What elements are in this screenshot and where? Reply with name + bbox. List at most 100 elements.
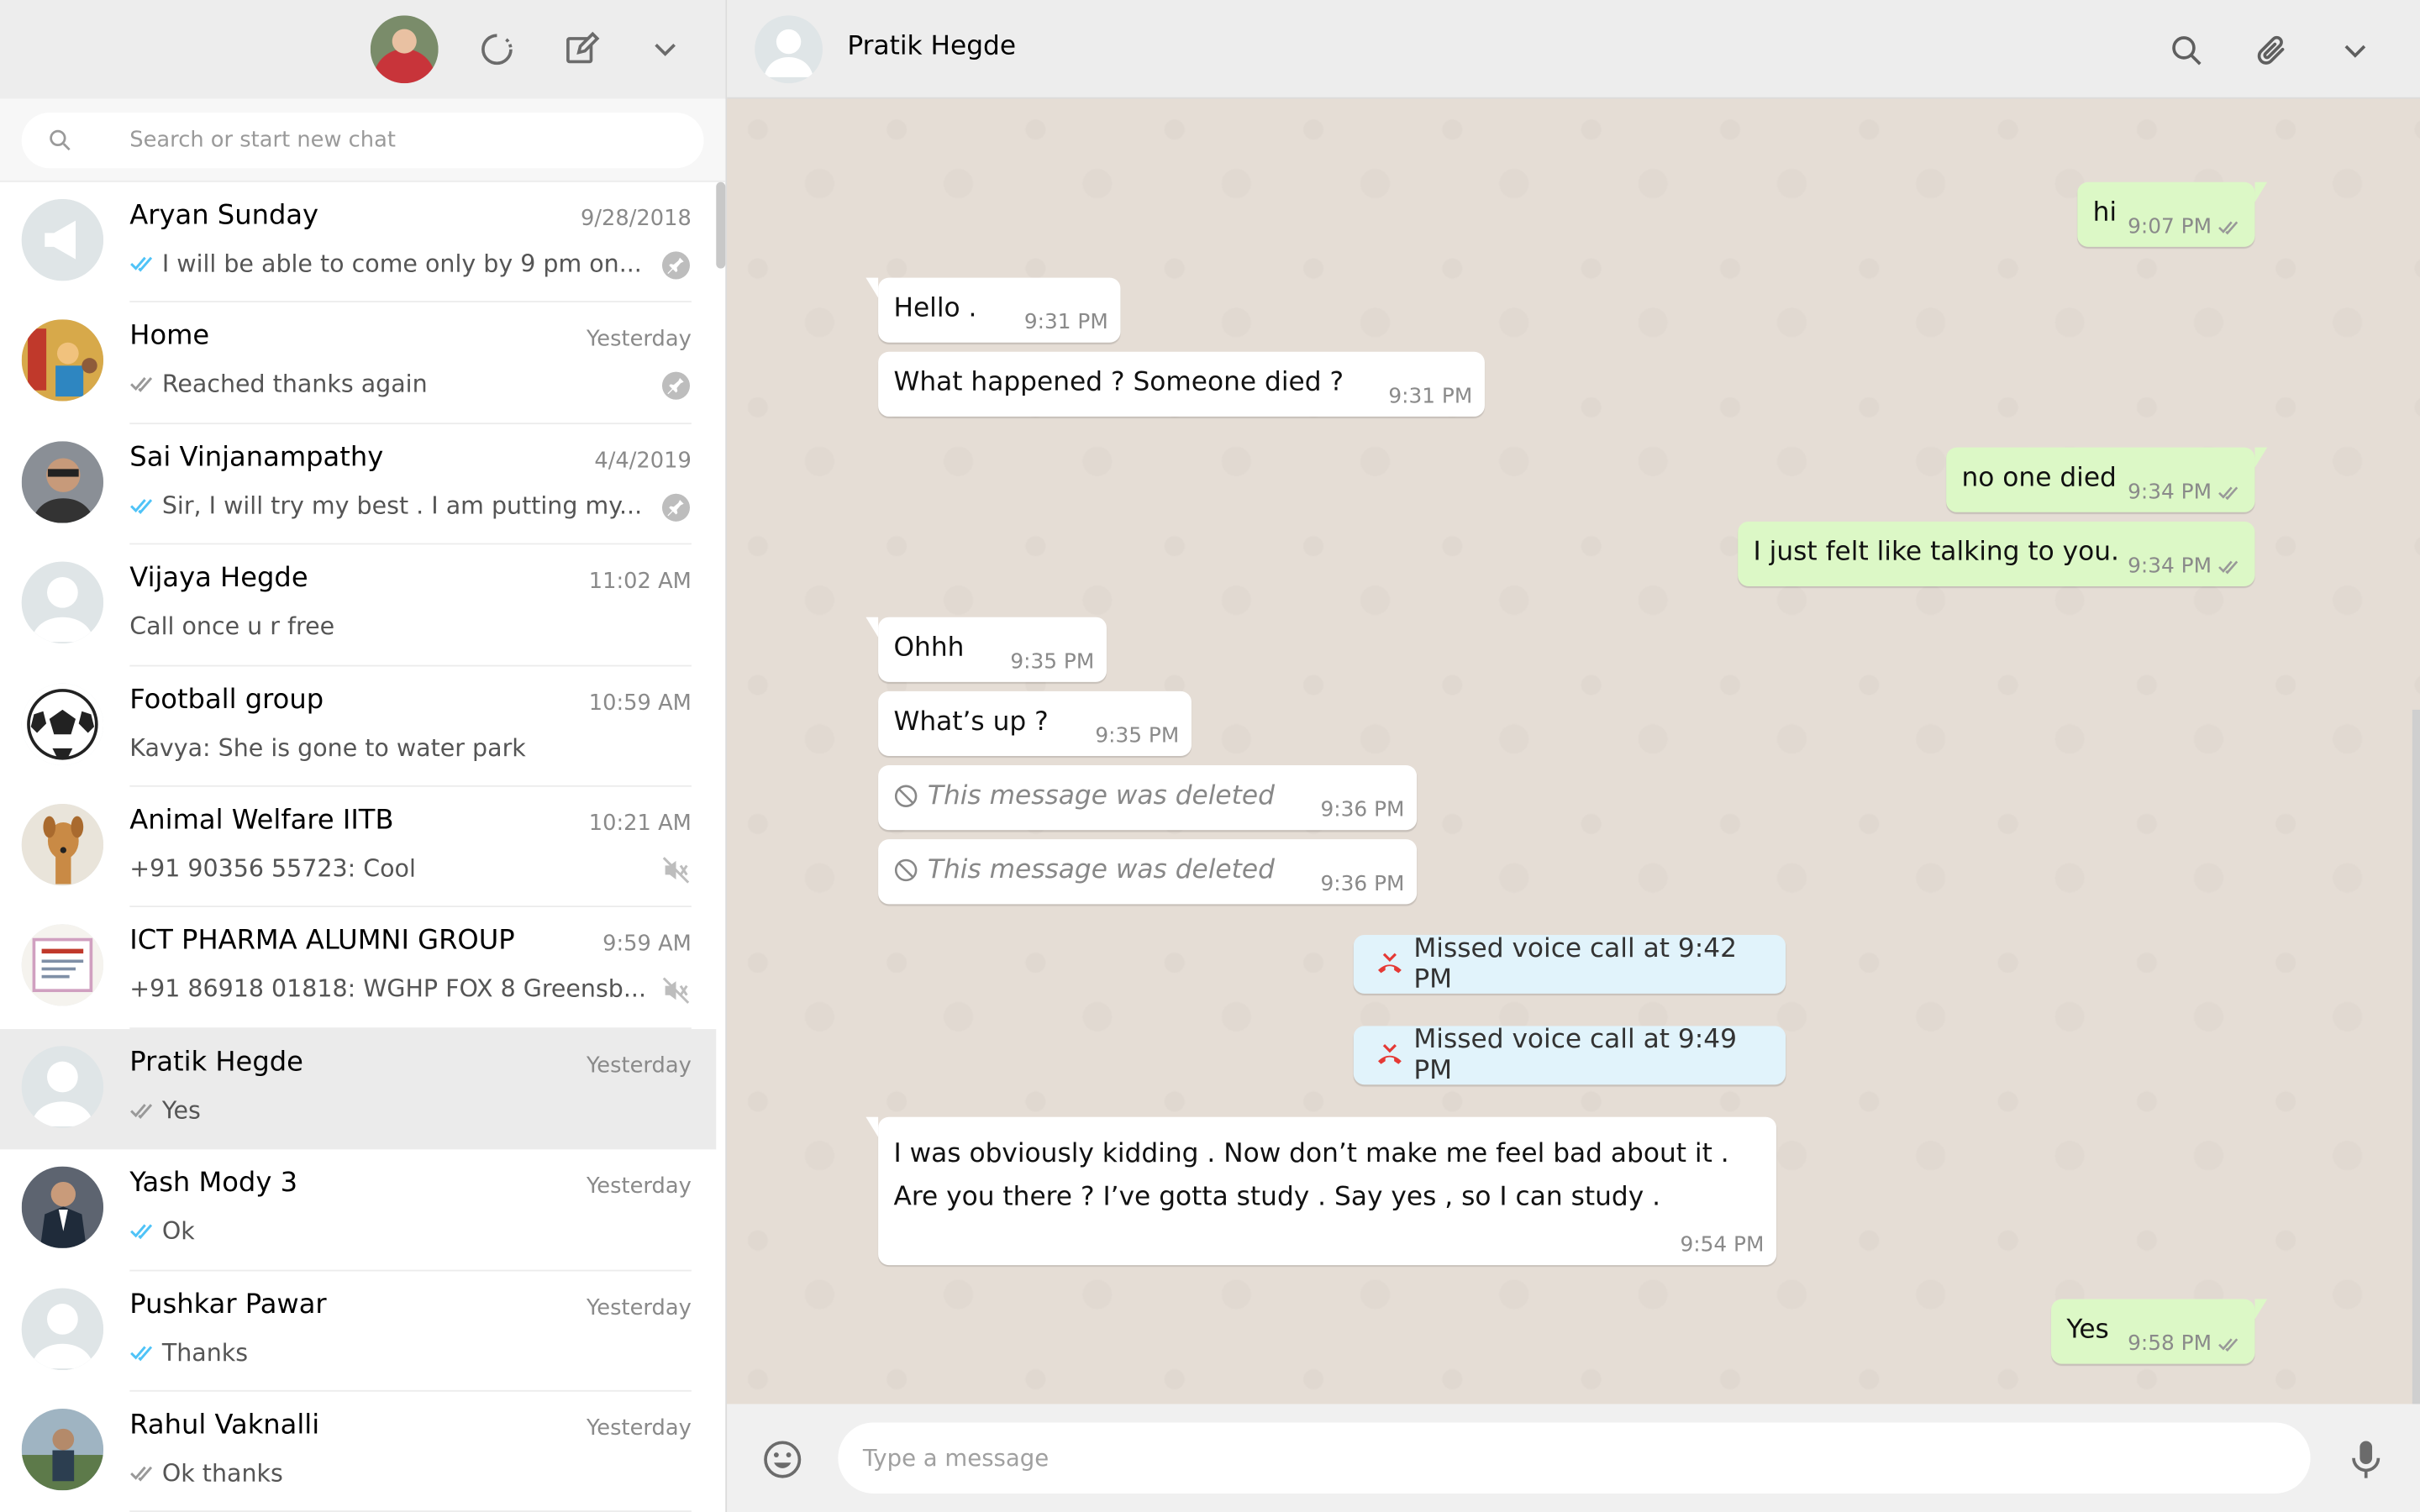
message-meta: 9:36 PM bbox=[1320, 872, 1404, 896]
message-meta: 9:35 PM bbox=[1010, 649, 1094, 674]
chat-time: Yesterday bbox=[587, 1294, 692, 1320]
deleted-message-bubble[interactable]: This message was deleted 9:36 PM bbox=[878, 839, 1418, 905]
chat-preview: Ok thanks bbox=[129, 1459, 283, 1487]
message-text: This message was deleted bbox=[927, 854, 1275, 886]
delivered-receipt-icon bbox=[130, 1103, 153, 1119]
message-time: 9:36 PM bbox=[1320, 871, 1405, 897]
chat-name: Sai Vinjanampathy bbox=[129, 442, 384, 474]
incoming-message-bubble[interactable]: What happened ? Someone died ? 9:31 PM bbox=[878, 351, 1485, 417]
missed-call-text: Missed voice call at 9:49 PM bbox=[1413, 1024, 1738, 1087]
message-time: 9:54 PM bbox=[1680, 1232, 1765, 1257]
missed-call-text: Missed voice call at 9:42 PM bbox=[1413, 933, 1738, 995]
message-meta: 9:34 PM bbox=[2128, 480, 2243, 505]
search-input[interactable] bbox=[129, 113, 686, 169]
incoming-message-bubble[interactable]: I was obviously kidding . Now don’t make… bbox=[865, 1116, 1777, 1266]
chat-preview-text: Ok bbox=[161, 1217, 195, 1246]
chat-preview-text: Ok thanks bbox=[161, 1459, 283, 1488]
delivered-receipt-icon bbox=[2218, 220, 2238, 234]
outgoing-message-bubble[interactable]: hi 9:07 PM bbox=[2077, 181, 2268, 247]
message-scrollbar[interactable] bbox=[2412, 709, 2420, 1404]
message-area[interactable]: hi 9:07 PM Hello . 9:31 PM What happened ? S… bbox=[727, 98, 2420, 1404]
chat-list-item[interactable]: ICT PHARMA ALUMNI GROUP 9:59 AM +91 86918 … bbox=[0, 908, 716, 1029]
message-meta: 9:54 PM bbox=[1680, 1233, 1764, 1257]
conversation-menu-chevron-icon[interactable] bbox=[2335, 31, 2375, 71]
delivered-receipt-icon bbox=[2218, 1337, 2238, 1352]
chat-list-item[interactable]: Vijaya Hegde 11:02 AM Call once u r free bbox=[0, 545, 716, 666]
incoming-message-bubble[interactable]: Hello . 9:31 PM bbox=[865, 277, 1121, 343]
chat-list-item[interactable]: Home Yesterday Reached thanks again bbox=[0, 303, 716, 424]
menu-chevron-down-icon[interactable] bbox=[644, 28, 687, 71]
deleted-message-bubble[interactable]: This message was deleted 9:36 PM bbox=[878, 765, 1418, 831]
chat-list-item[interactable]: Aryan Sunday 9/28/2018 I will be able to c… bbox=[0, 182, 716, 303]
chat-avatar bbox=[21, 1287, 104, 1370]
chat-list-item[interactable]: Rahul Vaknalli Yesterday Ok thanks bbox=[0, 1392, 716, 1512]
message-text: Are you there ? I’ve gotta study . Say y… bbox=[893, 1181, 1661, 1213]
pinned-icon bbox=[661, 251, 691, 280]
chat-avatar bbox=[21, 1166, 104, 1249]
chat-avatar bbox=[21, 561, 104, 644]
status-icon[interactable] bbox=[476, 28, 518, 71]
composer-bar bbox=[727, 1404, 2420, 1512]
chat-name: Vijaya Hegde bbox=[129, 563, 308, 595]
chat-preview-text: Kavya: She is gone to water park bbox=[129, 733, 526, 762]
chat-list-item[interactable]: Sai Vinjanampathy 4/4/2019 Sir, I will try… bbox=[0, 424, 716, 545]
pinned-icon bbox=[661, 493, 691, 522]
outgoing-message-bubble[interactable]: Yes 9:58 PM bbox=[2051, 1299, 2268, 1364]
chat-list-item[interactable]: Animal Welfare IITB 10:21 AM +91 90356 557… bbox=[0, 787, 716, 908]
chat-preview: Thanks bbox=[129, 1338, 248, 1366]
muted-icon bbox=[662, 857, 690, 884]
message-time: 9:58 PM bbox=[2128, 1331, 2212, 1357]
incoming-message-bubble[interactable]: What’s up ? 9:35 PM bbox=[878, 690, 1192, 757]
chat-list-item[interactable]: Football group 10:59 AM Kavya: She is gone… bbox=[0, 666, 716, 787]
message-time: 9:31 PM bbox=[1023, 310, 1108, 335]
conversation-panel: Pratik Hegde hi 9:07 PM Hello . 9:31 PM What… bbox=[727, 0, 2420, 1512]
chat-preview-text: +91 90356 55723: Cool bbox=[129, 854, 416, 883]
microphone-icon[interactable] bbox=[2346, 1438, 2386, 1481]
delivered-receipt-icon bbox=[2218, 559, 2238, 574]
chat-name: Home bbox=[129, 321, 210, 353]
chat-avatar bbox=[21, 319, 104, 402]
chat-preview: Kavya: She is gone to water park bbox=[129, 733, 525, 761]
missed-call-notice[interactable]: Missed voice call at 9:42 PM bbox=[1353, 933, 1786, 995]
chat-preview-text: Thanks bbox=[161, 1338, 249, 1367]
contact-name[interactable]: Pratik Hegde bbox=[847, 31, 1016, 62]
message-meta: 9:31 PM bbox=[1388, 384, 1472, 408]
message-time: 9:31 PM bbox=[1388, 384, 1473, 409]
search-messages-icon[interactable] bbox=[2167, 31, 2207, 71]
sidebar-header bbox=[0, 0, 726, 99]
chat-name: Yash Mody 3 bbox=[129, 1168, 298, 1200]
chat-preview-text: Yes bbox=[161, 1096, 201, 1125]
read-receipt-icon bbox=[130, 1224, 153, 1240]
chat-name: Rahul Vaknalli bbox=[129, 1410, 320, 1441]
chat-list-item[interactable]: Yash Mody 3 Yesterday Ok bbox=[0, 1150, 716, 1271]
message-time: 9:34 PM bbox=[2128, 554, 2212, 579]
message-time: 9:07 PM bbox=[2128, 214, 2212, 239]
chat-name: Animal Welfare IITB bbox=[129, 805, 394, 837]
chat-list-item[interactable]: Pratik Hegde Yesterday Yes bbox=[0, 1028, 717, 1150]
new-chat-icon[interactable] bbox=[560, 28, 603, 71]
outgoing-message-bubble[interactable]: no one died 9:34 PM bbox=[1946, 447, 2268, 512]
chat-preview-text: +91 86918 01818: WGHP FOX 8 Greensb... bbox=[129, 975, 647, 1004]
chat-name: ICT PHARMA ALUMNI GROUP bbox=[129, 926, 515, 958]
chat-list-item[interactable]: Pushkar Pawar Yesterday Thanks bbox=[0, 1271, 716, 1392]
message-input[interactable] bbox=[838, 1422, 2311, 1494]
missed-call-icon bbox=[1378, 1044, 1402, 1064]
contact-avatar[interactable] bbox=[755, 15, 823, 84]
emoji-icon[interactable] bbox=[761, 1438, 804, 1481]
message-text: What happened ? Someone died ? bbox=[893, 367, 1344, 398]
missed-call-notice[interactable]: Missed voice call at 9:49 PM bbox=[1353, 1024, 1786, 1087]
my-profile-avatar[interactable] bbox=[370, 15, 439, 84]
chat-preview: Ok bbox=[129, 1217, 195, 1246]
chat-list-scrollbar[interactable] bbox=[716, 181, 726, 269]
attach-paperclip-icon[interactable] bbox=[2252, 31, 2292, 71]
chat-preview: I will be able to come only by 9 pm on..… bbox=[129, 250, 642, 278]
search-bar bbox=[0, 98, 726, 182]
incoming-message-bubble[interactable]: Ohhh 9:35 PM bbox=[865, 617, 1107, 682]
delivered-receipt-icon bbox=[130, 1466, 153, 1482]
conversation-header: Pratik Hegde bbox=[727, 0, 2420, 99]
chat-time: Yesterday bbox=[587, 1173, 692, 1200]
chat-preview: Yes bbox=[129, 1096, 201, 1124]
message-meta: 9:36 PM bbox=[1320, 798, 1404, 822]
outgoing-message-bubble[interactable]: I just felt like talking to you. 9:34 PM bbox=[1738, 521, 2255, 586]
chat-name: Pratik Hegde bbox=[129, 1047, 303, 1079]
